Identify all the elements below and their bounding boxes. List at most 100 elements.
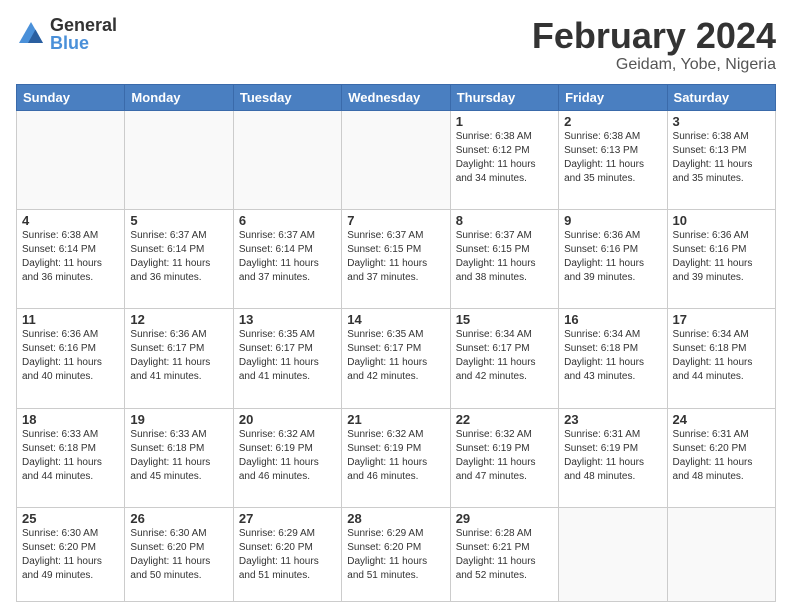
day-number: 27 [239, 511, 336, 526]
week-row-1: 1Sunrise: 6:38 AM Sunset: 6:12 PM Daylig… [17, 110, 776, 209]
logo-general: General [50, 16, 117, 34]
logo-icon [16, 19, 46, 49]
day-number: 20 [239, 412, 336, 427]
calendar-cell: 19Sunrise: 6:33 AM Sunset: 6:18 PM Dayli… [125, 408, 233, 507]
calendar-cell: 12Sunrise: 6:36 AM Sunset: 6:17 PM Dayli… [125, 309, 233, 408]
calendar-cell: 9Sunrise: 6:36 AM Sunset: 6:16 PM Daylig… [559, 210, 667, 309]
day-header-thursday: Thursday [450, 84, 558, 110]
day-number: 29 [456, 511, 553, 526]
subtitle: Geidam, Yobe, Nigeria [532, 56, 776, 74]
day-info: Sunrise: 6:34 AM Sunset: 6:17 PM Dayligh… [456, 328, 553, 384]
calendar-table: SundayMondayTuesdayWednesdayThursdayFrid… [16, 84, 776, 602]
calendar-cell: 22Sunrise: 6:32 AM Sunset: 6:19 PM Dayli… [450, 408, 558, 507]
calendar-cell: 26Sunrise: 6:30 AM Sunset: 6:20 PM Dayli… [125, 508, 233, 602]
day-number: 13 [239, 312, 336, 327]
calendar-header-row: SundayMondayTuesdayWednesdayThursdayFrid… [17, 84, 776, 110]
day-info: Sunrise: 6:36 AM Sunset: 6:16 PM Dayligh… [564, 229, 661, 285]
day-header-wednesday: Wednesday [342, 84, 450, 110]
calendar-cell [17, 110, 125, 209]
calendar-cell: 27Sunrise: 6:29 AM Sunset: 6:20 PM Dayli… [233, 508, 341, 602]
logo: General Blue [16, 16, 117, 52]
day-number: 1 [456, 114, 553, 129]
day-number: 26 [130, 511, 227, 526]
calendar-cell: 11Sunrise: 6:36 AM Sunset: 6:16 PM Dayli… [17, 309, 125, 408]
calendar-cell: 15Sunrise: 6:34 AM Sunset: 6:17 PM Dayli… [450, 309, 558, 408]
title-area: February 2024 Geidam, Yobe, Nigeria [532, 16, 776, 74]
calendar-cell: 5Sunrise: 6:37 AM Sunset: 6:14 PM Daylig… [125, 210, 233, 309]
calendar-cell [667, 508, 775, 602]
day-info: Sunrise: 6:35 AM Sunset: 6:17 PM Dayligh… [347, 328, 444, 384]
logo-blue: Blue [50, 34, 117, 52]
day-number: 22 [456, 412, 553, 427]
day-info: Sunrise: 6:29 AM Sunset: 6:20 PM Dayligh… [239, 527, 336, 583]
day-header-saturday: Saturday [667, 84, 775, 110]
day-number: 24 [673, 412, 770, 427]
day-number: 3 [673, 114, 770, 129]
calendar-cell [125, 110, 233, 209]
day-number: 15 [456, 312, 553, 327]
calendar-cell: 4Sunrise: 6:38 AM Sunset: 6:14 PM Daylig… [17, 210, 125, 309]
day-info: Sunrise: 6:36 AM Sunset: 6:17 PM Dayligh… [130, 328, 227, 384]
day-info: Sunrise: 6:37 AM Sunset: 6:14 PM Dayligh… [239, 229, 336, 285]
week-row-5: 25Sunrise: 6:30 AM Sunset: 6:20 PM Dayli… [17, 508, 776, 602]
day-number: 10 [673, 213, 770, 228]
day-info: Sunrise: 6:38 AM Sunset: 6:13 PM Dayligh… [564, 130, 661, 186]
day-number: 5 [130, 213, 227, 228]
week-row-4: 18Sunrise: 6:33 AM Sunset: 6:18 PM Dayli… [17, 408, 776, 507]
day-info: Sunrise: 6:37 AM Sunset: 6:15 PM Dayligh… [456, 229, 553, 285]
calendar-cell: 28Sunrise: 6:29 AM Sunset: 6:20 PM Dayli… [342, 508, 450, 602]
calendar-cell: 18Sunrise: 6:33 AM Sunset: 6:18 PM Dayli… [17, 408, 125, 507]
day-info: Sunrise: 6:33 AM Sunset: 6:18 PM Dayligh… [22, 428, 119, 484]
calendar-cell: 17Sunrise: 6:34 AM Sunset: 6:18 PM Dayli… [667, 309, 775, 408]
day-info: Sunrise: 6:29 AM Sunset: 6:20 PM Dayligh… [347, 527, 444, 583]
day-info: Sunrise: 6:34 AM Sunset: 6:18 PM Dayligh… [673, 328, 770, 384]
day-info: Sunrise: 6:38 AM Sunset: 6:13 PM Dayligh… [673, 130, 770, 186]
day-number: 14 [347, 312, 444, 327]
day-number: 6 [239, 213, 336, 228]
calendar-cell: 8Sunrise: 6:37 AM Sunset: 6:15 PM Daylig… [450, 210, 558, 309]
day-info: Sunrise: 6:31 AM Sunset: 6:20 PM Dayligh… [673, 428, 770, 484]
main-title: February 2024 [532, 16, 776, 56]
calendar-cell: 20Sunrise: 6:32 AM Sunset: 6:19 PM Dayli… [233, 408, 341, 507]
day-info: Sunrise: 6:31 AM Sunset: 6:19 PM Dayligh… [564, 428, 661, 484]
week-row-3: 11Sunrise: 6:36 AM Sunset: 6:16 PM Dayli… [17, 309, 776, 408]
day-number: 17 [673, 312, 770, 327]
day-number: 23 [564, 412, 661, 427]
day-number: 7 [347, 213, 444, 228]
day-number: 2 [564, 114, 661, 129]
calendar-cell: 23Sunrise: 6:31 AM Sunset: 6:19 PM Dayli… [559, 408, 667, 507]
calendar-cell: 24Sunrise: 6:31 AM Sunset: 6:20 PM Dayli… [667, 408, 775, 507]
calendar-cell: 14Sunrise: 6:35 AM Sunset: 6:17 PM Dayli… [342, 309, 450, 408]
day-number: 8 [456, 213, 553, 228]
header: General Blue February 2024 Geidam, Yobe,… [16, 16, 776, 74]
calendar-cell: 25Sunrise: 6:30 AM Sunset: 6:20 PM Dayli… [17, 508, 125, 602]
day-info: Sunrise: 6:32 AM Sunset: 6:19 PM Dayligh… [239, 428, 336, 484]
calendar-cell: 21Sunrise: 6:32 AM Sunset: 6:19 PM Dayli… [342, 408, 450, 507]
day-header-friday: Friday [559, 84, 667, 110]
day-info: Sunrise: 6:34 AM Sunset: 6:18 PM Dayligh… [564, 328, 661, 384]
day-number: 12 [130, 312, 227, 327]
logo-text: General Blue [50, 16, 117, 52]
day-info: Sunrise: 6:32 AM Sunset: 6:19 PM Dayligh… [456, 428, 553, 484]
day-info: Sunrise: 6:38 AM Sunset: 6:12 PM Dayligh… [456, 130, 553, 186]
day-info: Sunrise: 6:36 AM Sunset: 6:16 PM Dayligh… [673, 229, 770, 285]
calendar-cell: 6Sunrise: 6:37 AM Sunset: 6:14 PM Daylig… [233, 210, 341, 309]
day-info: Sunrise: 6:35 AM Sunset: 6:17 PM Dayligh… [239, 328, 336, 384]
day-number: 16 [564, 312, 661, 327]
day-number: 21 [347, 412, 444, 427]
calendar-cell: 7Sunrise: 6:37 AM Sunset: 6:15 PM Daylig… [342, 210, 450, 309]
calendar-cell: 16Sunrise: 6:34 AM Sunset: 6:18 PM Dayli… [559, 309, 667, 408]
day-info: Sunrise: 6:30 AM Sunset: 6:20 PM Dayligh… [130, 527, 227, 583]
day-header-sunday: Sunday [17, 84, 125, 110]
page: General Blue February 2024 Geidam, Yobe,… [0, 0, 792, 612]
day-info: Sunrise: 6:36 AM Sunset: 6:16 PM Dayligh… [22, 328, 119, 384]
day-header-tuesday: Tuesday [233, 84, 341, 110]
calendar-cell [559, 508, 667, 602]
day-number: 18 [22, 412, 119, 427]
calendar-cell: 3Sunrise: 6:38 AM Sunset: 6:13 PM Daylig… [667, 110, 775, 209]
calendar-cell [233, 110, 341, 209]
day-number: 11 [22, 312, 119, 327]
calendar-cell [342, 110, 450, 209]
day-info: Sunrise: 6:30 AM Sunset: 6:20 PM Dayligh… [22, 527, 119, 583]
day-info: Sunrise: 6:37 AM Sunset: 6:14 PM Dayligh… [130, 229, 227, 285]
